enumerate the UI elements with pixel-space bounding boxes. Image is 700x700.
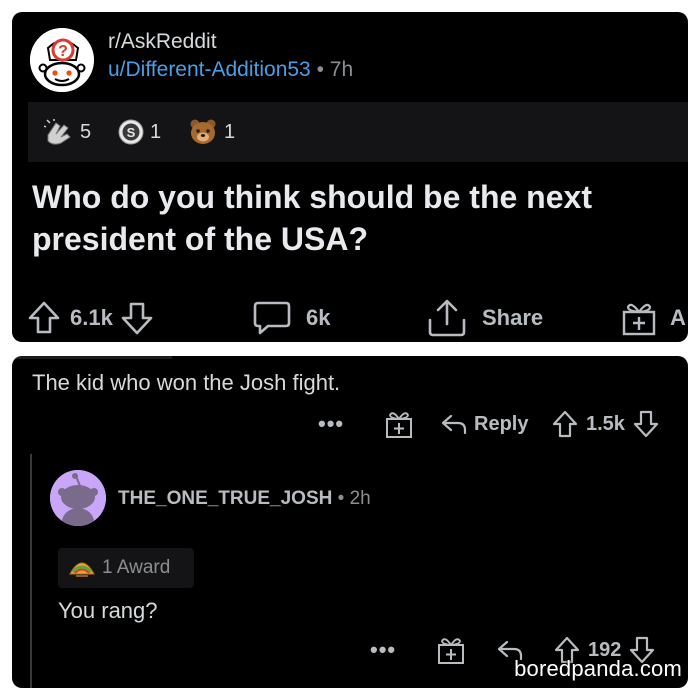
post-score: 6.1k — [70, 305, 113, 330]
gift-icon — [386, 412, 412, 438]
award-count: 1 — [150, 120, 162, 143]
comment-vote-control: 1.5k — [552, 406, 659, 442]
reply-award-badge[interactable]: 1 Award — [58, 548, 194, 588]
watermark: boredpanda.com — [514, 656, 682, 681]
comment-reply-button[interactable]: Reply — [440, 406, 528, 442]
thread-line[interactable] — [30, 454, 32, 688]
upvote-arrow-icon[interactable] — [552, 410, 578, 438]
silver-coin-award-icon: S — [118, 119, 144, 145]
comment-thread: The kid who won the Josh fight. ••• Repl… — [12, 356, 688, 688]
divider — [12, 356, 172, 359]
post-author[interactable]: u/Different-Addition53 — [108, 58, 311, 81]
vote-control: 6.1k — [28, 298, 153, 338]
user-avatar-icon[interactable] — [50, 470, 106, 526]
share-icon — [428, 299, 466, 337]
award-label: 1 Award — [102, 557, 171, 578]
comment-score: 1.5k — [586, 412, 625, 435]
share-button[interactable]: Share — [426, 298, 543, 338]
comments-count: 6k — [306, 305, 331, 330]
reply-award-button[interactable] — [436, 632, 466, 668]
award-clapping[interactable]: 5 — [44, 102, 91, 162]
reply-author[interactable]: THE_ONE_TRUE_JOSH — [118, 488, 332, 509]
award-silver[interactable]: S 1 — [118, 102, 161, 162]
comment-more-button[interactable]: ••• — [318, 406, 344, 442]
awards-bar[interactable]: 5 S 1 1 — [28, 102, 688, 162]
upvote-arrow-icon[interactable] — [28, 301, 60, 335]
subreddit-name[interactable]: r/AskReddit — [108, 30, 217, 54]
meta-separator: • — [316, 58, 324, 81]
reply-arrow-icon — [441, 414, 467, 435]
downvote-arrow-icon[interactable] — [633, 410, 659, 438]
subreddit-avatar-icon[interactable]: ? — [30, 28, 94, 92]
downvote-arrow-icon[interactable] — [121, 301, 153, 335]
award-button[interactable]: A — [620, 298, 686, 338]
taco-award-icon — [69, 562, 95, 577]
reply-age: 2h — [349, 488, 371, 509]
post-title[interactable]: Who do you think should be the next pres… — [32, 176, 672, 260]
comment-body: The kid who won the Josh fight. — [32, 370, 341, 395]
reply-label: Reply — [474, 412, 529, 435]
post-card: ? r/AskReddit u/Different-Addition53 • 7… — [12, 12, 688, 342]
award-count: 1 — [224, 120, 236, 143]
bear-face-award-icon — [190, 119, 216, 144]
comment-bubble-icon — [253, 301, 291, 335]
svg-text:?: ? — [58, 43, 68, 60]
comments-button[interactable]: 6k — [252, 298, 330, 338]
post-meta: u/Different-Addition53 • 7h — [108, 58, 353, 82]
gift-icon — [438, 638, 464, 664]
award-label-cut: A — [670, 305, 686, 330]
clapping-hands-award-icon — [44, 119, 71, 145]
reply-meta: THE_ONE_TRUE_JOSH • 2h — [118, 488, 371, 510]
share-label: Share — [482, 305, 544, 330]
comment-award-button[interactable] — [384, 406, 414, 442]
award-count: 5 — [80, 120, 92, 143]
post-age: 7h — [329, 58, 354, 81]
award-bear[interactable]: 1 — [188, 102, 235, 162]
reply-body: You rang? — [58, 598, 158, 623]
reply-more-button[interactable]: ••• — [370, 632, 396, 668]
svg-text:S: S — [127, 125, 136, 140]
gift-icon — [622, 303, 656, 336]
meta-separator: • — [337, 488, 345, 509]
